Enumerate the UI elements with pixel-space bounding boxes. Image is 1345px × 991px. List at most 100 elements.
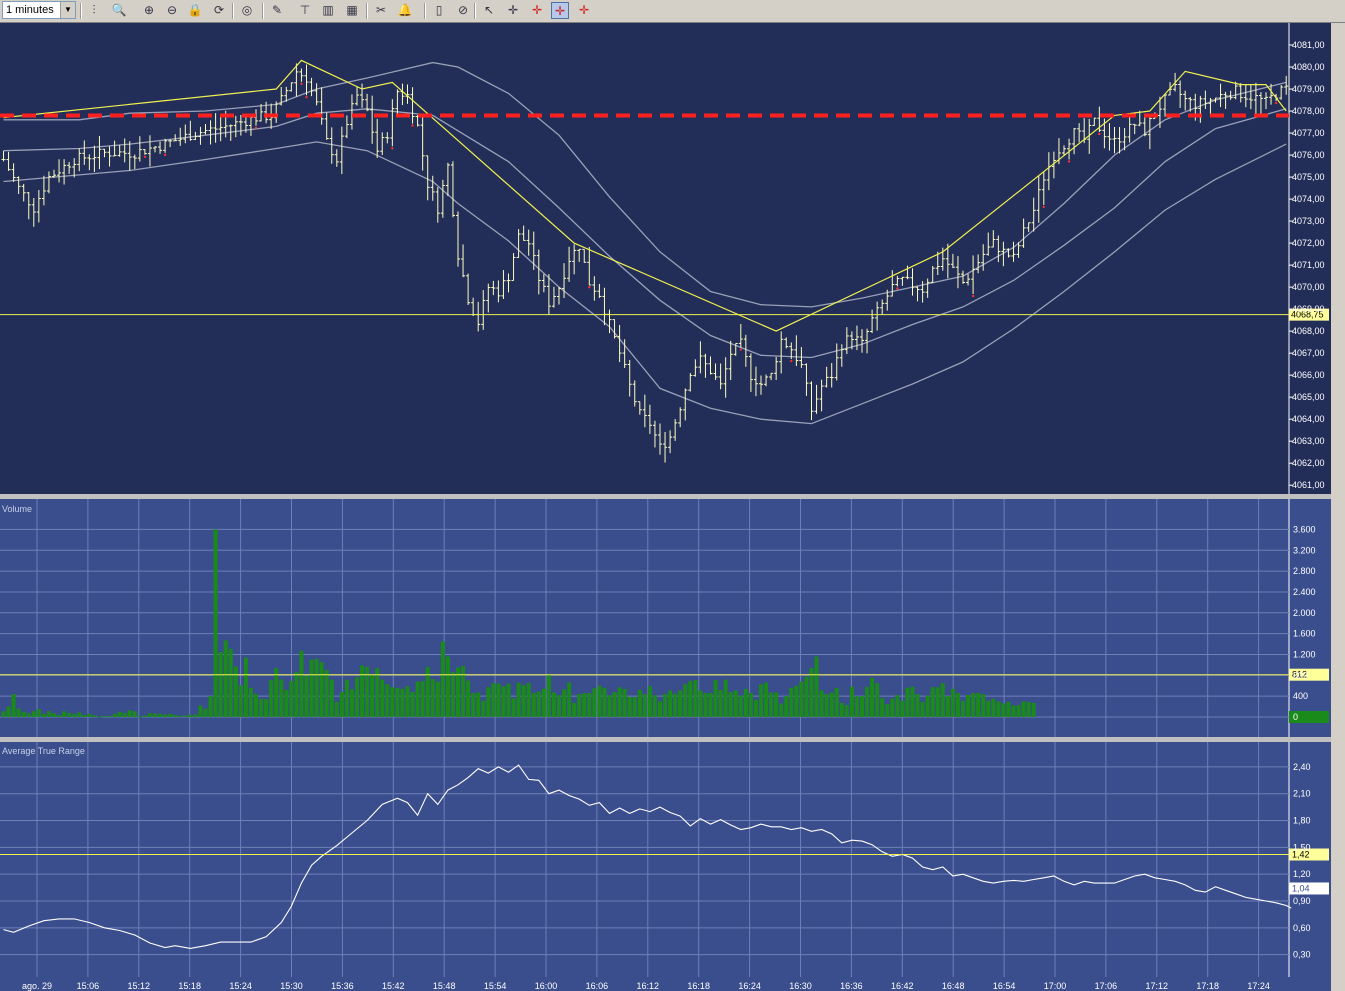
low-marker: [1042, 205, 1046, 209]
volume-bar: [77, 712, 82, 717]
volume-bar: [213, 529, 218, 717]
low-marker: [1274, 101, 1278, 105]
volume-bar: [41, 713, 46, 717]
volume-bar: [163, 714, 168, 717]
volume-bar: [92, 715, 97, 717]
crosshair-red-icon[interactable]: ✛: [528, 2, 546, 19]
volume-bar: [693, 680, 698, 717]
price-panel[interactable]: 4068,75 4081,004080,004079,004078,004077…: [0, 23, 1331, 494]
volume-bar: [243, 657, 248, 717]
volume-bar: [769, 692, 774, 717]
layout-icon[interactable]: ▦: [343, 2, 361, 19]
volume-bar: [834, 687, 839, 717]
volume-bar: [910, 686, 915, 717]
time-axis-label: 17:18: [1196, 981, 1219, 991]
volume-bar: [410, 691, 415, 717]
price-axis-label: 4075,00: [1292, 172, 1325, 182]
crosshair-target-icon[interactable]: ✛: [575, 2, 593, 19]
volume-bar: [481, 700, 486, 717]
pointer-icon[interactable]: ↖: [480, 2, 498, 19]
volume-bar: [324, 670, 329, 717]
price-axis-label: 4066,00: [1292, 370, 1325, 380]
right-scrollbar[interactable]: [1331, 23, 1345, 991]
timeframe-value: 1 minutes: [6, 4, 54, 16]
volume-bar: [420, 681, 425, 717]
book-icon[interactable]: ▯: [430, 2, 448, 19]
volume-bar: [319, 662, 324, 717]
volume-bar: [541, 688, 546, 717]
volume-bar: [67, 712, 72, 717]
volume-bar: [1031, 702, 1036, 717]
volume-bar: [870, 677, 875, 717]
refresh-icon[interactable]: ⟳: [210, 2, 228, 19]
volume-bar: [284, 689, 289, 717]
price-axis-label: 4064,00: [1292, 414, 1325, 424]
toolbar-separator: [424, 3, 426, 19]
volume-axis-label: 800: [1293, 670, 1308, 680]
price-axis-label: 4078,00: [1292, 106, 1325, 116]
price-axis-label: 4063,00: [1292, 436, 1325, 446]
volume-bar: [854, 696, 859, 717]
volume-bar: [728, 691, 733, 717]
volume-bar: [688, 681, 693, 717]
volume-bar: [188, 714, 193, 717]
time-axis-label: 15:48: [433, 981, 456, 991]
volume-bar: [612, 691, 617, 717]
volume-bar: [673, 693, 678, 717]
color-bars-icon[interactable]: ▥: [319, 2, 337, 19]
low-marker: [971, 294, 975, 298]
volume-bar: [996, 701, 1001, 717]
zoom-icon[interactable]: 🔍: [110, 2, 128, 19]
toolbar: 1 minutes ▼ ⫶ 🔍 ⊕ ⊖ 🔒 ⟳ ◎ ✎ ⊤ ▥ ▦ ✂ 🔔 ▯ ⊘ ↖ ✛ ✛ ✛ ✛: [0, 0, 1345, 23]
volume-bar: [945, 696, 950, 717]
atr-axis-label: 0,30: [1293, 950, 1311, 960]
bell-icon[interactable]: 🔔: [396, 2, 414, 19]
volume-bar: [461, 665, 466, 717]
tree-icon[interactable]: ⊤: [296, 2, 314, 19]
indicator-icon[interactable]: ✎: [268, 2, 286, 19]
scissors-icon[interactable]: ✂: [372, 2, 390, 19]
volume-bar: [309, 659, 314, 717]
volume-bar: [72, 713, 77, 717]
lock-icon[interactable]: 🔒: [186, 2, 204, 19]
zoom-in-icon[interactable]: ⊕: [140, 2, 158, 19]
crosshair-active-icon[interactable]: ✛: [551, 2, 569, 19]
volume-bar: [334, 701, 339, 717]
volume-bar: [46, 711, 51, 717]
volume-axis-background: [1289, 499, 1331, 737]
link-icon[interactable]: ⊘: [454, 2, 472, 19]
volume-bar: [799, 681, 804, 717]
bar-style-icon[interactable]: ⫶: [85, 2, 103, 19]
panel-splitter-2[interactable]: [0, 737, 1331, 742]
volume-bar: [102, 715, 107, 717]
volume-bar: [289, 681, 294, 717]
chevron-down-icon[interactable]: ▼: [60, 2, 75, 18]
volume-bar: [264, 699, 269, 717]
volume-bar: [1, 711, 6, 717]
eye-icon[interactable]: ◎: [238, 2, 256, 19]
volume-axis-label: 1.600: [1293, 629, 1316, 639]
volume-bar: [809, 668, 814, 717]
volume-bar: [627, 696, 632, 717]
crosshair-icon[interactable]: ✛: [504, 2, 522, 19]
volume-bar: [940, 683, 945, 717]
chart-area[interactable]: 4068,75 4081,004080,004079,004078,004077…: [0, 23, 1345, 991]
volume-bar: [360, 665, 365, 717]
volume-bar: [178, 715, 183, 717]
volume-bar: [774, 692, 779, 717]
volume-bar: [476, 692, 481, 717]
volume-bar: [304, 675, 309, 717]
volume-bar: [11, 694, 16, 717]
volume-axis-label: 2.400: [1293, 587, 1316, 597]
volume-bar: [885, 703, 890, 717]
price-axis-label: 4080,00: [1292, 62, 1325, 72]
volume-panel[interactable]: Volume 812 3.6003.2002.8002.4002.0001.60…: [0, 499, 1331, 737]
atr-panel[interactable]: Average True Range 1,421,04 2,402,101,80…: [0, 742, 1331, 977]
volume-bar: [1001, 703, 1006, 717]
volume-bar: [168, 713, 173, 717]
timeframe-select[interactable]: 1 minutes ▼: [2, 1, 76, 19]
panel-splitter[interactable]: [0, 494, 1331, 499]
zoom-out-icon[interactable]: ⊖: [163, 2, 181, 19]
volume-bar: [678, 690, 683, 717]
volume-bar: [875, 683, 880, 717]
